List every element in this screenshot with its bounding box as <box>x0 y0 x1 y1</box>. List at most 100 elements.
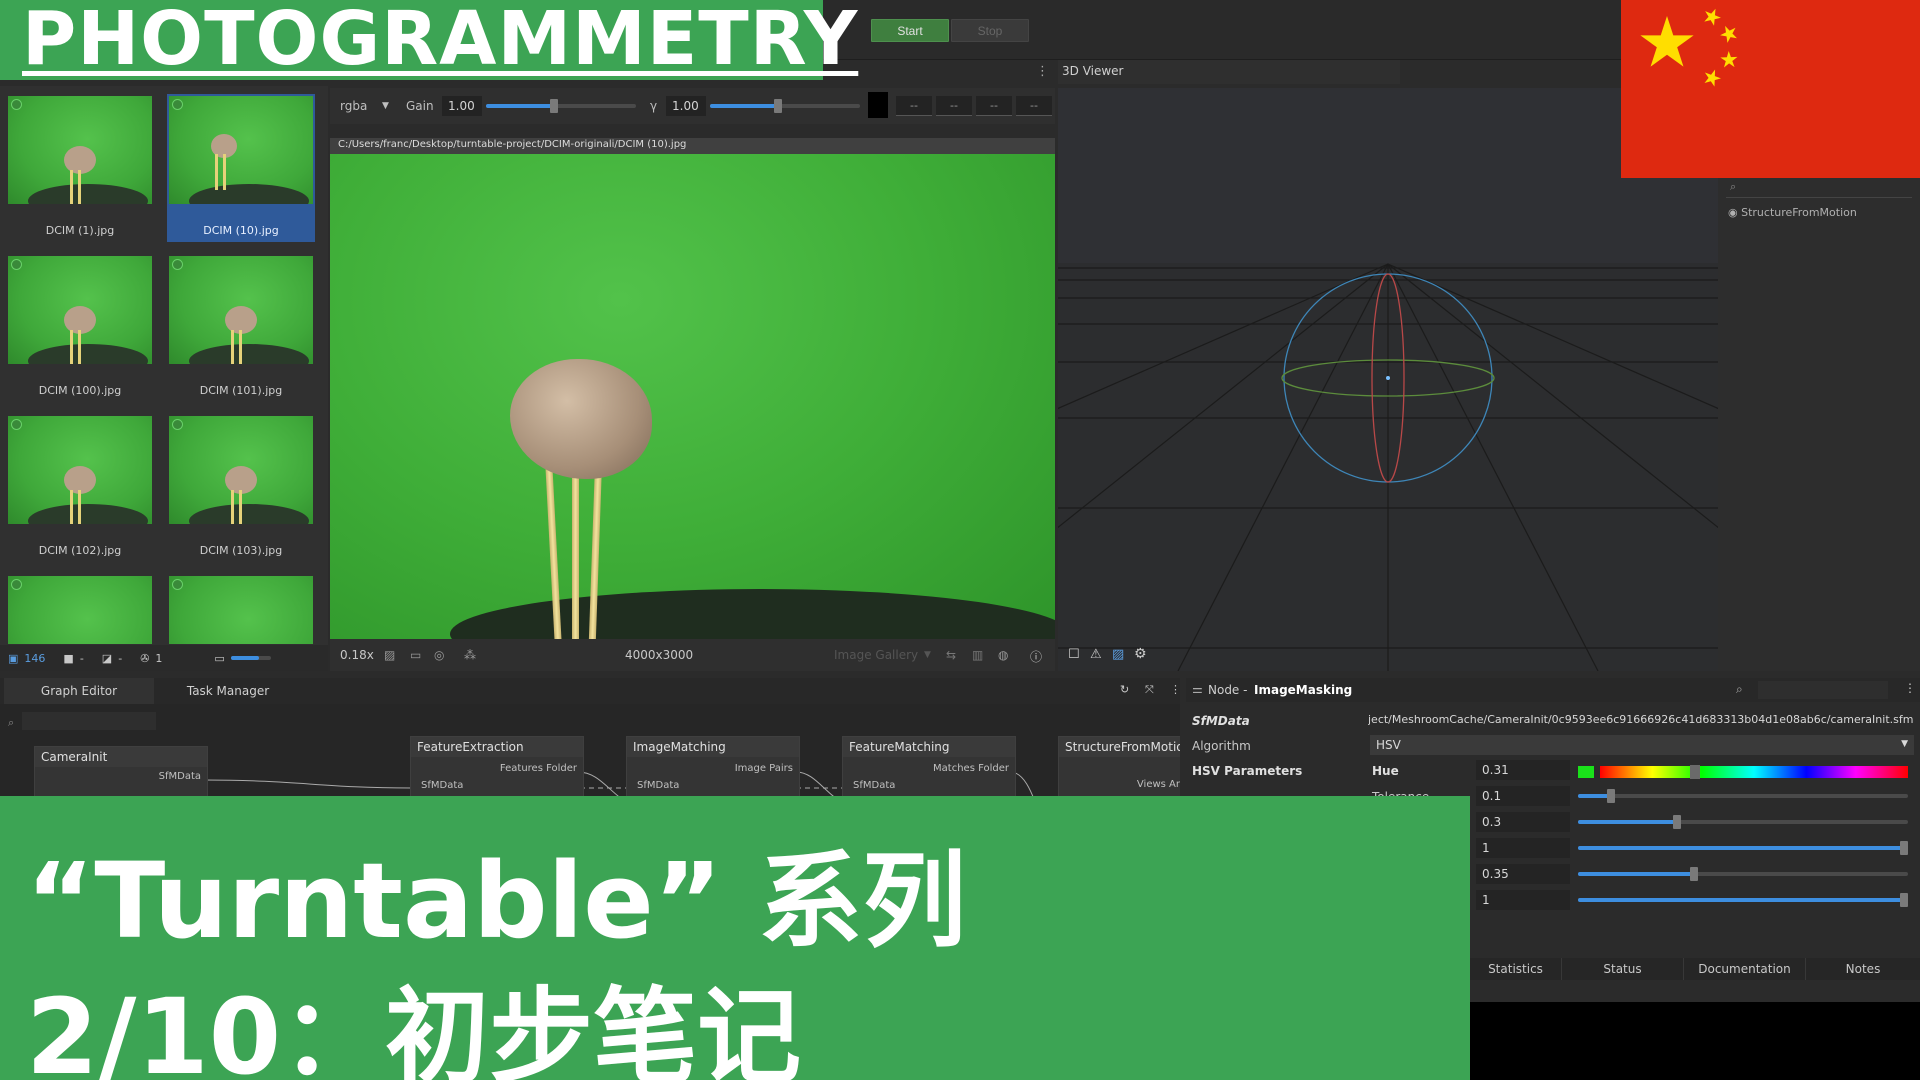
node-output-port[interactable]: Matches Folder <box>933 763 1009 774</box>
globe-icon[interactable]: ◍ <box>998 648 1008 662</box>
param-slider[interactable] <box>1578 841 1908 855</box>
warning-icon[interactable]: ⚠ <box>1090 647 1102 662</box>
gallery-thumbnail[interactable]: DCIM (102).jpg <box>6 414 154 562</box>
intrinsics-icon[interactable]: ✇ <box>140 652 149 665</box>
sfmdata-value[interactable]: ject/MeshroomCache/CameraInit/0c9593ee6c… <box>1368 710 1914 730</box>
bounding-box-icon[interactable]: ☐ <box>1068 647 1080 662</box>
gallery-thumbnail[interactable] <box>167 574 315 644</box>
param-input[interactable]: 1 <box>1476 890 1570 910</box>
banner-title: PHOTOGRAMMETRY <box>22 0 859 82</box>
info-icon[interactable]: ⓘ <box>1030 648 1042 665</box>
sfm-icon[interactable]: ⇆ <box>946 648 956 662</box>
start-button[interactable]: Start <box>871 19 949 42</box>
param-input[interactable]: 1 <box>1476 838 1570 858</box>
param-slider[interactable] <box>1578 815 1908 829</box>
sliders-icon: ⚌ <box>1192 682 1203 696</box>
layout-icon[interactable]: ⤧ <box>1145 683 1154 697</box>
param-input[interactable]: 0.35 <box>1476 864 1570 884</box>
refresh-icon[interactable]: ↻ <box>1120 683 1129 696</box>
outliner-item-label: StructureFromMotion <box>1741 206 1857 219</box>
menu-icon[interactable]: ⋮ <box>1170 683 1181 696</box>
chevron-down-icon[interactable]: ▼ <box>924 650 931 660</box>
gain-slider[interactable] <box>486 99 636 113</box>
node-output-port[interactable]: Image Pairs <box>735 763 793 774</box>
gamma-input[interactable]: 1.00 <box>666 96 706 116</box>
gallery-thumbnail[interactable]: DCIM (100).jpg <box>6 254 154 402</box>
outliner-search[interactable]: ⌕ <box>1726 178 1912 198</box>
channel-select[interactable]: rgba <box>340 99 367 113</box>
tab-notes[interactable]: Notes <box>1806 958 1920 980</box>
image-view[interactable] <box>330 154 1055 639</box>
hue-input[interactable]: 0.31 <box>1476 760 1570 780</box>
gear-icon[interactable]: ⚙ <box>1134 646 1147 662</box>
thumbnail-image <box>8 576 152 644</box>
graph-node-imagematching[interactable]: ImageMatching Image Pairs SfMData <box>626 736 800 804</box>
image-count: 146 <box>24 651 46 665</box>
param-input[interactable]: 0.1 <box>1476 786 1570 806</box>
valid-icon <box>172 419 183 430</box>
param-input[interactable]: 0.3 <box>1476 812 1570 832</box>
gallery-thumbnail[interactable]: DCIM (101).jpg <box>167 254 315 402</box>
thumbnail-size-icon: ▭ <box>214 651 225 665</box>
node-input-port[interactable]: SfMData <box>853 780 895 791</box>
param-slider[interactable] <box>1578 867 1908 881</box>
attribute-tabbar: Statistics Status Documentation Notes <box>1470 958 1920 980</box>
image-viewer-toolbar: rgba ▼ Gain 1.00 γ 1.00 -- -- -- -- <box>330 88 1055 124</box>
node-header-prefix: Node - <box>1208 683 1248 697</box>
gallery-thumbnail[interactable]: DCIM (1).jpg <box>6 94 154 242</box>
tab-statistics[interactable]: Statistics <box>1470 958 1562 980</box>
menu-icon[interactable]: ⋮ <box>1904 681 1916 695</box>
subtitle-banner: “Turntable” 系列 2/10：初步笔记 <box>0 796 1470 1080</box>
images-icon[interactable]: ▣ <box>8 652 18 665</box>
algorithm-select[interactable]: HSV ▼ <box>1370 735 1914 755</box>
title-banner: PHOTOGRAMMETRY <box>0 0 857 82</box>
node-input-port[interactable]: SfMData <box>421 780 463 791</box>
eye-icon[interactable]: ◉ <box>1728 206 1738 219</box>
param-slider[interactable] <box>1578 789 1908 803</box>
viewer3d-canvas[interactable] <box>1058 88 1718 671</box>
tab-task-manager[interactable]: Task Manager <box>156 678 300 704</box>
gain-input[interactable]: 1.00 <box>442 96 482 116</box>
node-output-port[interactable]: Features Folder <box>500 763 577 774</box>
gallery-thumbnail[interactable]: DCIM (103).jpg <box>167 414 315 562</box>
tab-documentation[interactable]: Documentation <box>1684 958 1806 980</box>
gallery-thumbnail[interactable] <box>6 574 154 644</box>
frame-icon[interactable]: ▭ <box>410 648 421 662</box>
tab-graph-editor[interactable]: Graph Editor <box>4 678 154 704</box>
viewer3d-footer: ☐ ⚠ ▨ ⚙ <box>1058 639 1718 671</box>
graph-node-featureextraction[interactable]: FeatureExtraction Features Folder SfMDat… <box>410 736 584 804</box>
gallery-thumbnail-selected[interactable]: DCIM (10).jpg <box>167 94 315 242</box>
graph-canvas[interactable]: ⌕ CameraInit SfMData FeatureExtraction F… <box>0 704 1180 804</box>
node-output-port[interactable]: Views Ar <box>1137 779 1180 790</box>
thumbnail-label: DCIM (102).jpg <box>38 544 122 557</box>
hue-slider-knob[interactable] <box>1690 765 1701 779</box>
algorithm-label: Algorithm <box>1192 739 1251 753</box>
histogram-icon[interactable]: ▥ <box>972 648 983 662</box>
thumbnail-image <box>169 96 313 204</box>
thumbnail-size-slider[interactable] <box>230 656 271 660</box>
pixel-b-field: -- <box>976 96 1012 116</box>
viewer-menu-icon[interactable]: ⋮ <box>1036 64 1049 79</box>
no-camera-icon[interactable]: ◪ <box>102 652 112 665</box>
node-input-port[interactable]: SfMData <box>637 780 679 791</box>
attribute-search-input[interactable] <box>1758 681 1888 699</box>
node-title: StructureFromMotion <box>1059 737 1180 757</box>
camera-icon[interactable]: ■ <box>63 652 73 665</box>
gallery-source-select[interactable]: Image Gallery <box>834 648 918 662</box>
node-output-port[interactable]: SfMData <box>159 771 201 782</box>
features-icon[interactable]: ⁂ <box>464 648 476 662</box>
graph-node-structurefrommotion[interactable]: StructureFromMotion Views Ar <box>1058 736 1180 804</box>
param-slider[interactable] <box>1578 893 1908 907</box>
stop-button[interactable]: Stop <box>951 19 1029 42</box>
grid-icon[interactable]: ▨ <box>1112 647 1124 662</box>
image-gallery: DCIM (1).jpg DCIM (10).jpg DCIM (100).jp… <box>0 86 328 671</box>
chevron-down-icon[interactable]: ▼ <box>382 101 389 111</box>
tab-status[interactable]: Status <box>1562 958 1684 980</box>
panorama-icon[interactable]: ◎ <box>434 648 444 662</box>
graph-node-featurematching[interactable]: FeatureMatching Matches Folder SfMData <box>842 736 1016 804</box>
hdr-icon[interactable]: ▨ <box>384 648 395 662</box>
viewer3d-title: 3D Viewer <box>1062 64 1124 78</box>
hue-spectrum-slider[interactable] <box>1600 765 1908 779</box>
outliner-item[interactable]: ◉ StructureFromMotion <box>1728 206 1857 219</box>
gamma-slider[interactable] <box>710 99 860 113</box>
